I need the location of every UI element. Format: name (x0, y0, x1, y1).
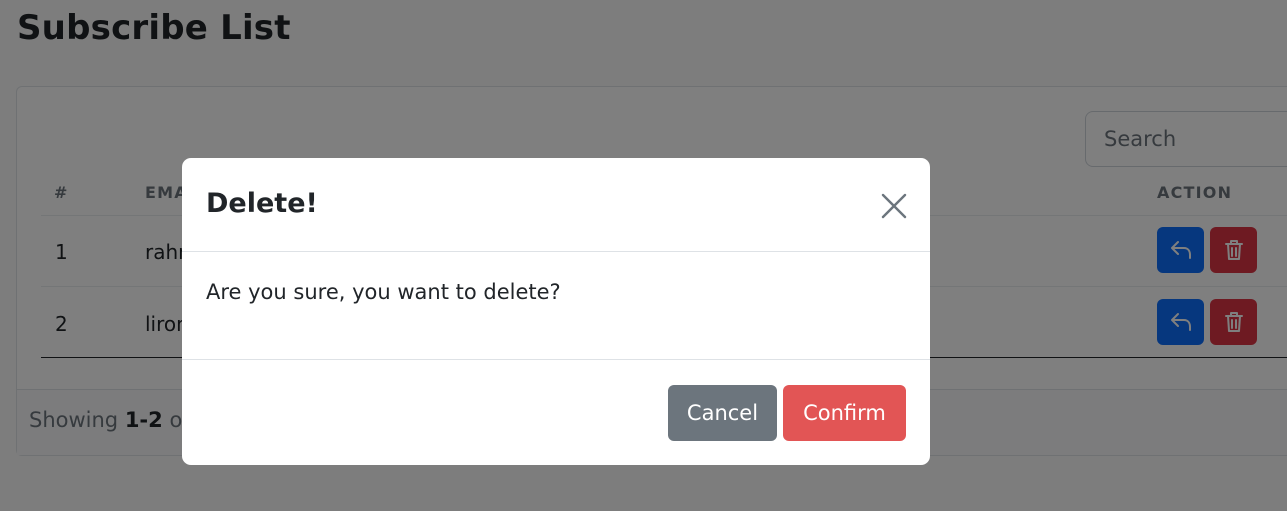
cancel-button[interactable]: Cancel (668, 385, 777, 441)
delete-confirm-modal: Delete! Are you sure, you want to delete… (182, 158, 930, 465)
modal-header: Delete! (182, 158, 930, 252)
close-button[interactable] (876, 188, 912, 224)
modal-footer: Cancel Confirm (182, 360, 930, 465)
modal-body: Are you sure, you want to delete? (182, 252, 930, 360)
modal-title: Delete! (206, 188, 318, 219)
close-icon (881, 193, 907, 219)
confirm-button[interactable]: Confirm (783, 385, 906, 441)
modal-message: Are you sure, you want to delete? (206, 280, 561, 304)
